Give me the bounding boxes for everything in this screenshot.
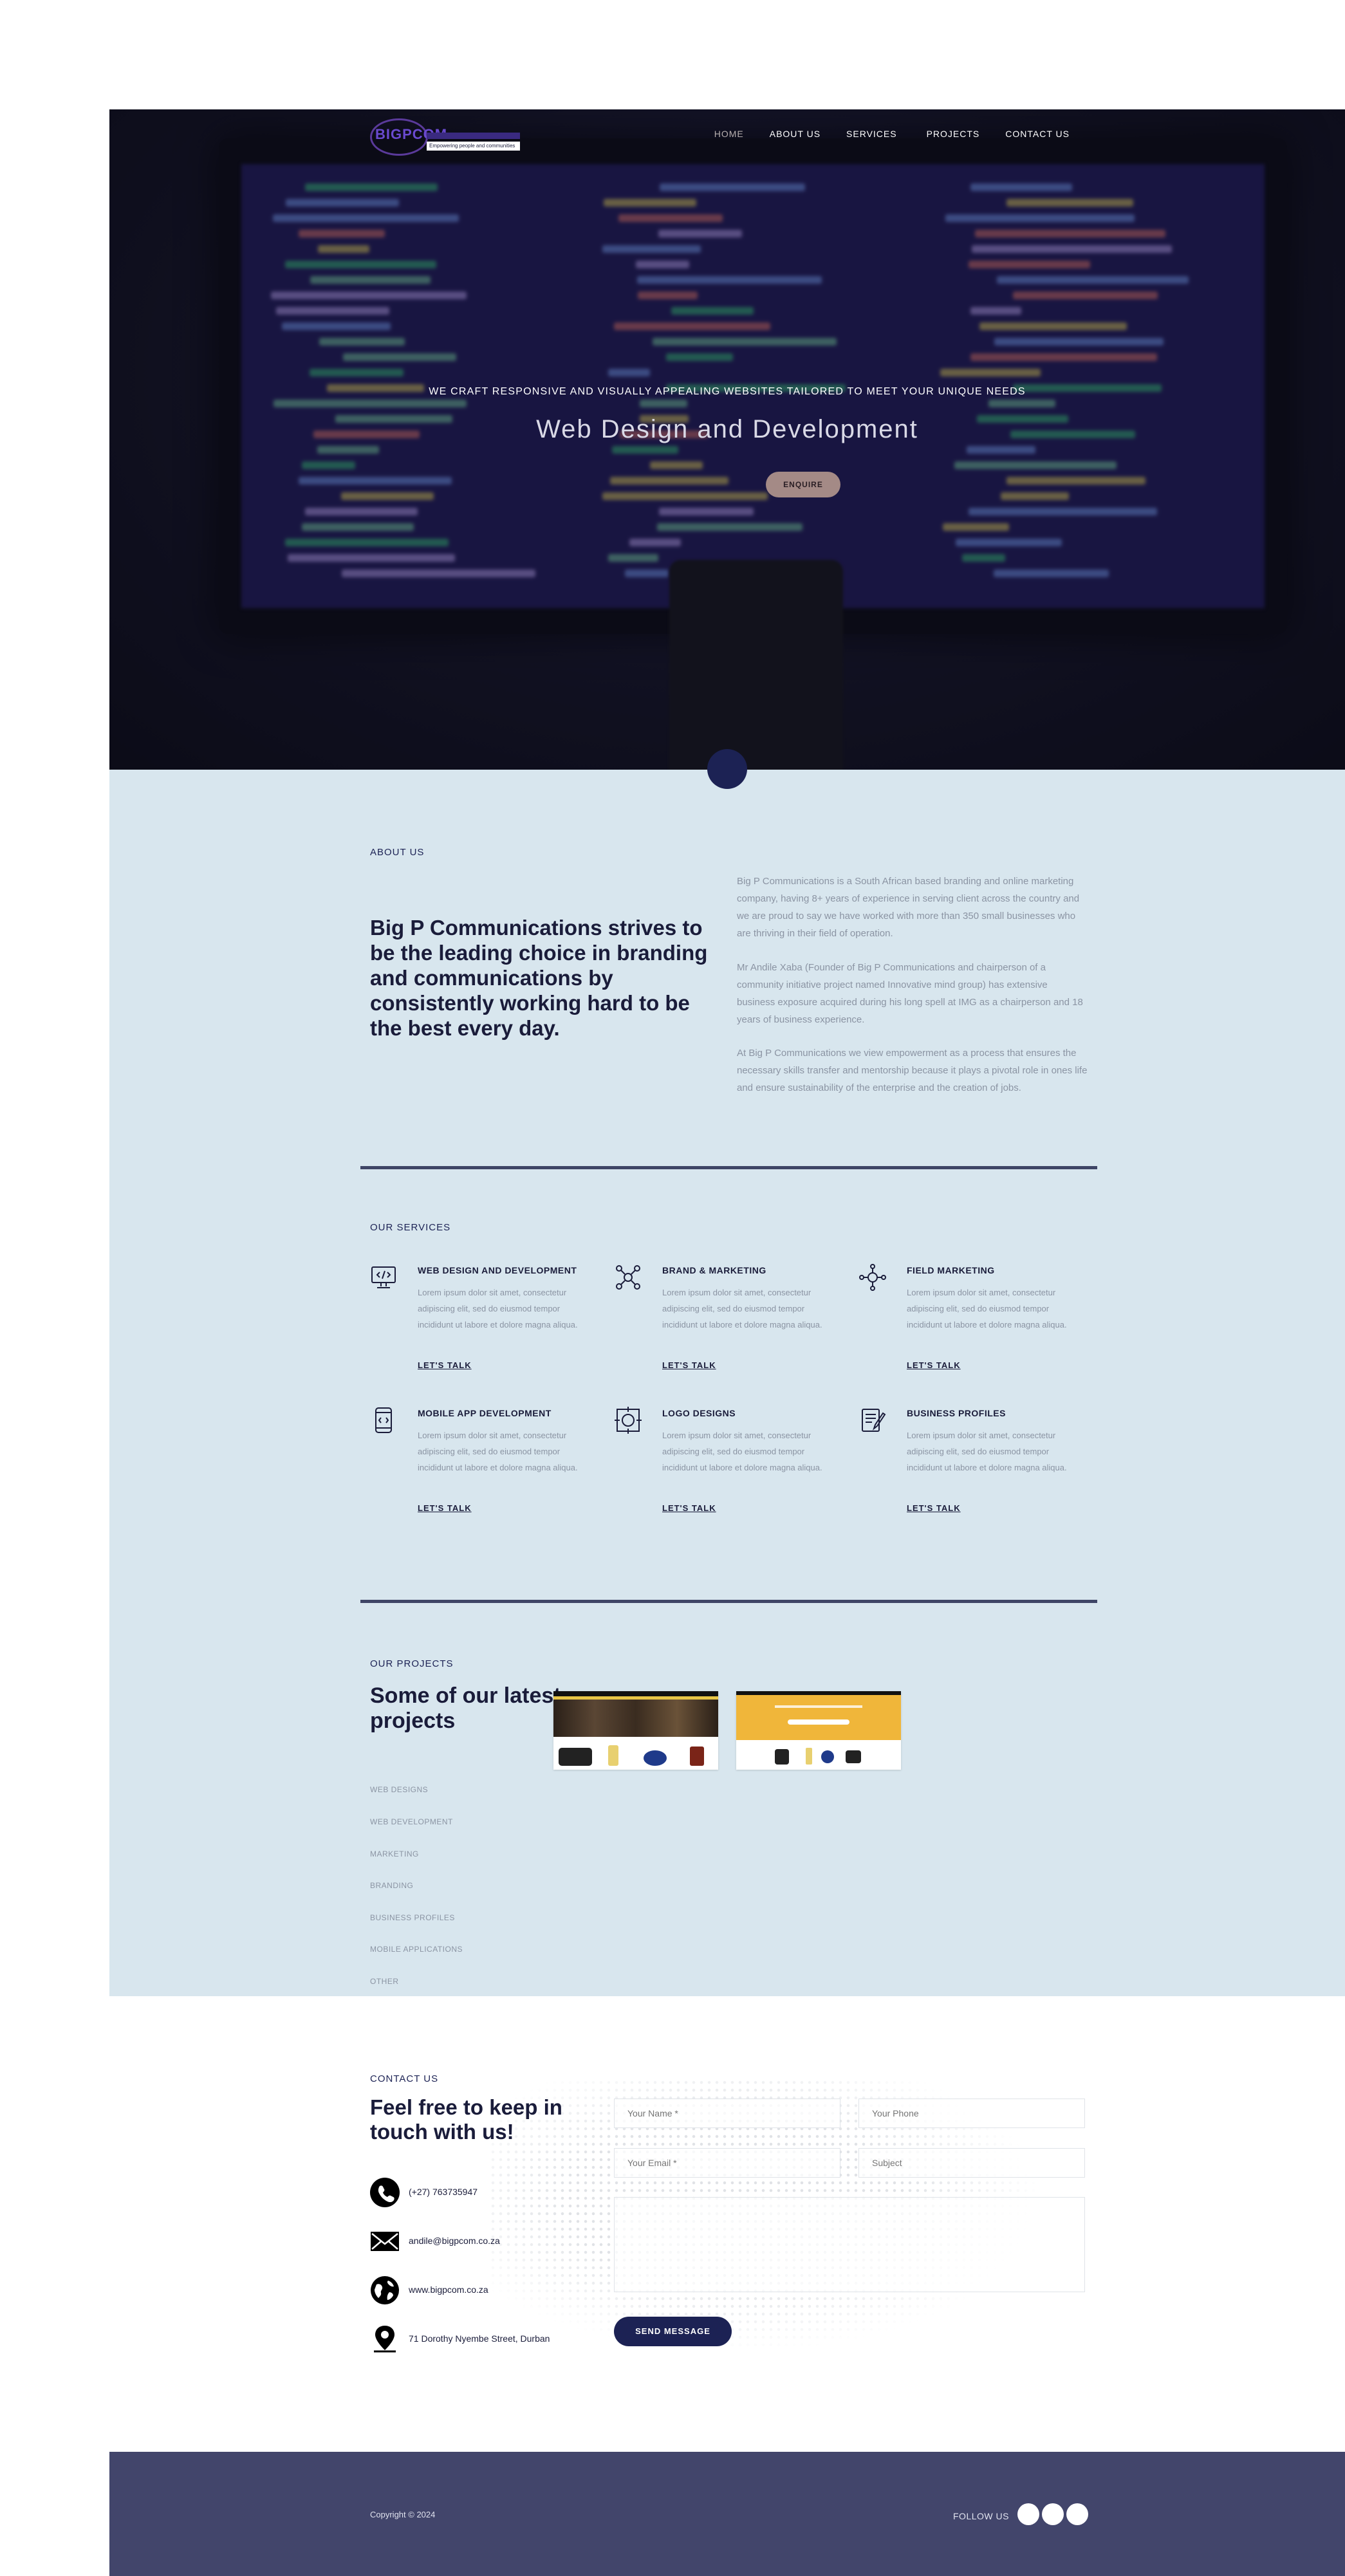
content-section: ABOUT US Big P Communications strives to… bbox=[109, 770, 1345, 1996]
nav-item-about-us[interactable]: ABOUT US bbox=[770, 129, 821, 139]
enquire-button[interactable]: ENQUIRE bbox=[766, 472, 840, 497]
hero-kicker: WE CRAFT RESPONSIVE AND VISUALLY APPEALI… bbox=[429, 386, 1026, 397]
hero-title: Web Design and Development bbox=[536, 415, 918, 443]
logo-design-icon bbox=[615, 1407, 642, 1434]
social-icon[interactable] bbox=[1017, 2503, 1039, 2525]
nav-item-contact-us[interactable]: CONTACT US bbox=[1005, 129, 1070, 139]
lets-talk-link[interactable]: LET'S TALK bbox=[418, 1360, 472, 1370]
project-thumbnail[interactable] bbox=[553, 1691, 718, 1770]
project-filter-business-profiles[interactable]: BUSINESS PROFILES bbox=[370, 1913, 455, 1922]
nav-item-services[interactable]: SERVICES bbox=[846, 129, 897, 139]
hero-section: BIGPCOM Empowering people and communitie… bbox=[109, 109, 1345, 770]
nav-item-home[interactable]: HOME bbox=[714, 129, 744, 139]
project-thumbnail[interactable] bbox=[736, 1691, 901, 1770]
service-title: WEB DESIGN AND DEVELOPMENT bbox=[418, 1265, 577, 1275]
message-textarea[interactable] bbox=[614, 2197, 1085, 2292]
service-description: Lorem ipsum dolor sit amet, consectetur … bbox=[907, 1431, 1067, 1472]
phone-code-icon bbox=[375, 1407, 392, 1433]
lets-talk-link[interactable]: LET'S TALK bbox=[907, 1503, 961, 1513]
phone-input[interactable] bbox=[858, 2099, 1085, 2128]
hub-people-icon bbox=[859, 1264, 886, 1291]
about-label: ABOUT US bbox=[370, 847, 425, 858]
project-filter-web-development[interactable]: WEB DEVELOPMENT bbox=[370, 1817, 453, 1826]
project-filter-mobile-applications[interactable]: MOBILE APPLICATIONS bbox=[370, 1945, 463, 1954]
footer: Copyright © 2024 FOLLOW US bbox=[109, 2452, 1345, 2576]
about-paragraph: Big P Communications is a South African … bbox=[737, 876, 1080, 939]
nav-menu: HOME ABOUT US SERVICES PROJECTS CONTACT … bbox=[714, 129, 1070, 139]
social-icon[interactable] bbox=[1042, 2503, 1064, 2525]
map-pin-icon bbox=[374, 2326, 396, 2353]
contact-heading: Feel free to keep in touch with us! bbox=[370, 2095, 562, 2144]
projects-label: OUR PROJECTS bbox=[370, 1658, 454, 1669]
about-paragraph: At Big P Communications we view empowerm… bbox=[737, 1048, 1088, 1093]
projects-heading: Some of our latest projects bbox=[370, 1683, 561, 1733]
lets-talk-link[interactable]: LET'S TALK bbox=[907, 1360, 961, 1370]
globe-icon bbox=[371, 2276, 399, 2304]
lets-talk-link[interactable]: LET'S TALK bbox=[418, 1503, 472, 1513]
social-icon[interactable] bbox=[1066, 2503, 1088, 2525]
service-title: FIELD MARKETING bbox=[907, 1265, 995, 1275]
logo-bar bbox=[427, 133, 520, 139]
envelope-icon bbox=[371, 2232, 399, 2251]
service-description: Lorem ipsum dolor sit amet, consectetur … bbox=[418, 1431, 578, 1472]
project-filter-other[interactable]: OTHER bbox=[370, 1977, 399, 1986]
top-navigation: BIGPCOM Empowering people and communitie… bbox=[109, 109, 1345, 167]
service-description: Lorem ipsum dolor sit amet, consectetur … bbox=[662, 1288, 822, 1330]
project-filter-branding[interactable]: BRANDING bbox=[370, 1881, 413, 1890]
service-description: Lorem ipsum dolor sit amet, consectetur … bbox=[662, 1431, 822, 1472]
services-label: OUR SERVICES bbox=[370, 1222, 451, 1233]
project-filter-web-designs[interactable]: WEB DESIGNS bbox=[370, 1785, 428, 1794]
follow-us-label: FOLLOW US bbox=[953, 2511, 1009, 2521]
document-pen-icon bbox=[862, 1409, 886, 1432]
subject-input[interactable] bbox=[858, 2148, 1085, 2178]
service-title: BRAND & MARKETING bbox=[662, 1265, 766, 1275]
service-title: MOBILE APP DEVELOPMENT bbox=[418, 1408, 552, 1418]
network-gear-icon bbox=[616, 1265, 640, 1290]
section-divider bbox=[360, 1166, 1097, 1169]
lets-talk-link[interactable]: LET'S TALK bbox=[662, 1360, 716, 1370]
section-divider bbox=[360, 1600, 1097, 1603]
email-input[interactable] bbox=[614, 2148, 840, 2178]
site-logo[interactable]: BIGPCOM Empowering people and communitie… bbox=[370, 113, 521, 160]
service-description: Lorem ipsum dolor sit amet, consectetur … bbox=[418, 1288, 578, 1330]
lets-talk-link[interactable]: LET'S TALK bbox=[662, 1503, 716, 1513]
send-message-button[interactable]: SEND MESSAGE bbox=[614, 2317, 732, 2346]
name-input[interactable] bbox=[614, 2099, 840, 2128]
logo-tagline: Empowering people and communities bbox=[427, 142, 520, 151]
phone-icon bbox=[370, 2178, 400, 2207]
about-paragraph: Mr Andile Xaba (Founder of Big P Communi… bbox=[737, 962, 1083, 1025]
service-description: Lorem ipsum dolor sit amet, consectetur … bbox=[907, 1288, 1067, 1330]
service-title: LOGO DESIGNS bbox=[662, 1408, 736, 1418]
nav-item-projects[interactable]: PROJECTS bbox=[927, 129, 980, 139]
contact-phone-text: (+27) 763735947 bbox=[409, 2187, 478, 2197]
copyright-text: Copyright © 2024 bbox=[370, 2510, 436, 2519]
contact-email-text: andile@bigpcom.co.za bbox=[409, 2236, 500, 2246]
scroll-down-button[interactable] bbox=[707, 749, 747, 789]
service-title: BUSINESS PROFILES bbox=[907, 1408, 1006, 1418]
contact-address-text: 71 Dorothy Nyembe Street, Durban bbox=[409, 2333, 550, 2344]
project-filter-marketing[interactable]: MARKETING bbox=[370, 1849, 419, 1858]
contact-label: CONTACT US bbox=[370, 2073, 439, 2084]
about-heading: Big P Communications strives to be the l… bbox=[370, 916, 708, 1040]
contact-website-text: www.bigpcom.co.za bbox=[409, 2284, 488, 2295]
monitor-code-icon bbox=[371, 1266, 396, 1288]
